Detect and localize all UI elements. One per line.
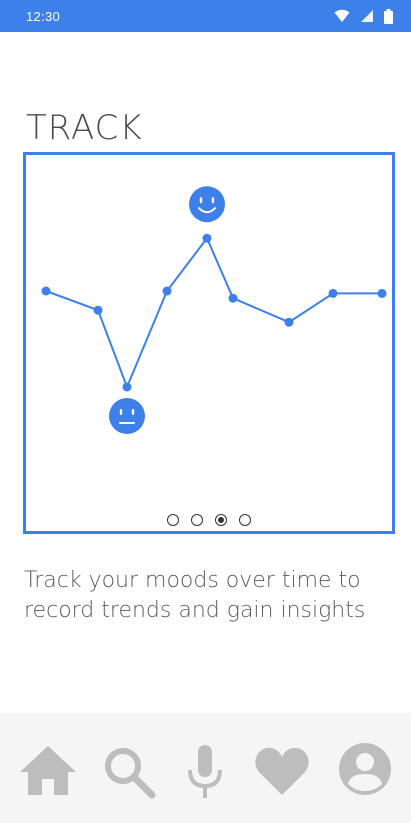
microphone-icon	[188, 745, 222, 798]
page-dot-1[interactable]	[167, 514, 179, 526]
mood-chart-card	[23, 152, 395, 534]
bottom-navigation	[0, 713, 411, 823]
data-point-4	[162, 286, 172, 296]
page-dot-3-active[interactable]	[215, 514, 227, 526]
profile-icon	[339, 743, 391, 795]
page-dot-2[interactable]	[191, 514, 203, 526]
nav-search-button[interactable]	[100, 743, 160, 803]
onboarding-description: Track your moods over time to record tre…	[24, 568, 366, 623]
data-point-6	[228, 293, 238, 303]
wifi-icon	[334, 9, 350, 22]
status-bar: 12:30	[0, 0, 411, 32]
data-point-1	[41, 286, 51, 296]
nav-profile-button[interactable]	[335, 743, 395, 803]
status-time: 12:30	[26, 9, 61, 24]
data-point-3	[122, 382, 132, 392]
cell-signal-icon	[361, 10, 373, 22]
page-indicator	[26, 514, 392, 526]
nav-favorites-button[interactable]	[252, 743, 312, 803]
heart-icon	[255, 747, 309, 795]
neutral-face-icon	[109, 398, 145, 434]
home-icon	[20, 746, 76, 795]
page-title: TRACK	[26, 108, 143, 148]
nav-home-button[interactable]	[18, 743, 78, 803]
battery-icon	[384, 8, 393, 24]
data-point-9	[377, 288, 387, 298]
data-point-8	[328, 288, 338, 298]
status-icons	[334, 8, 393, 24]
mood-line-chart	[41, 186, 387, 434]
data-point-2	[93, 305, 103, 315]
page-dot-4[interactable]	[239, 514, 251, 526]
search-icon	[105, 748, 156, 799]
happy-face-icon	[189, 186, 225, 223]
data-point-5	[202, 233, 212, 243]
nav-voice-button[interactable]	[175, 743, 235, 803]
data-point-7	[284, 317, 294, 327]
